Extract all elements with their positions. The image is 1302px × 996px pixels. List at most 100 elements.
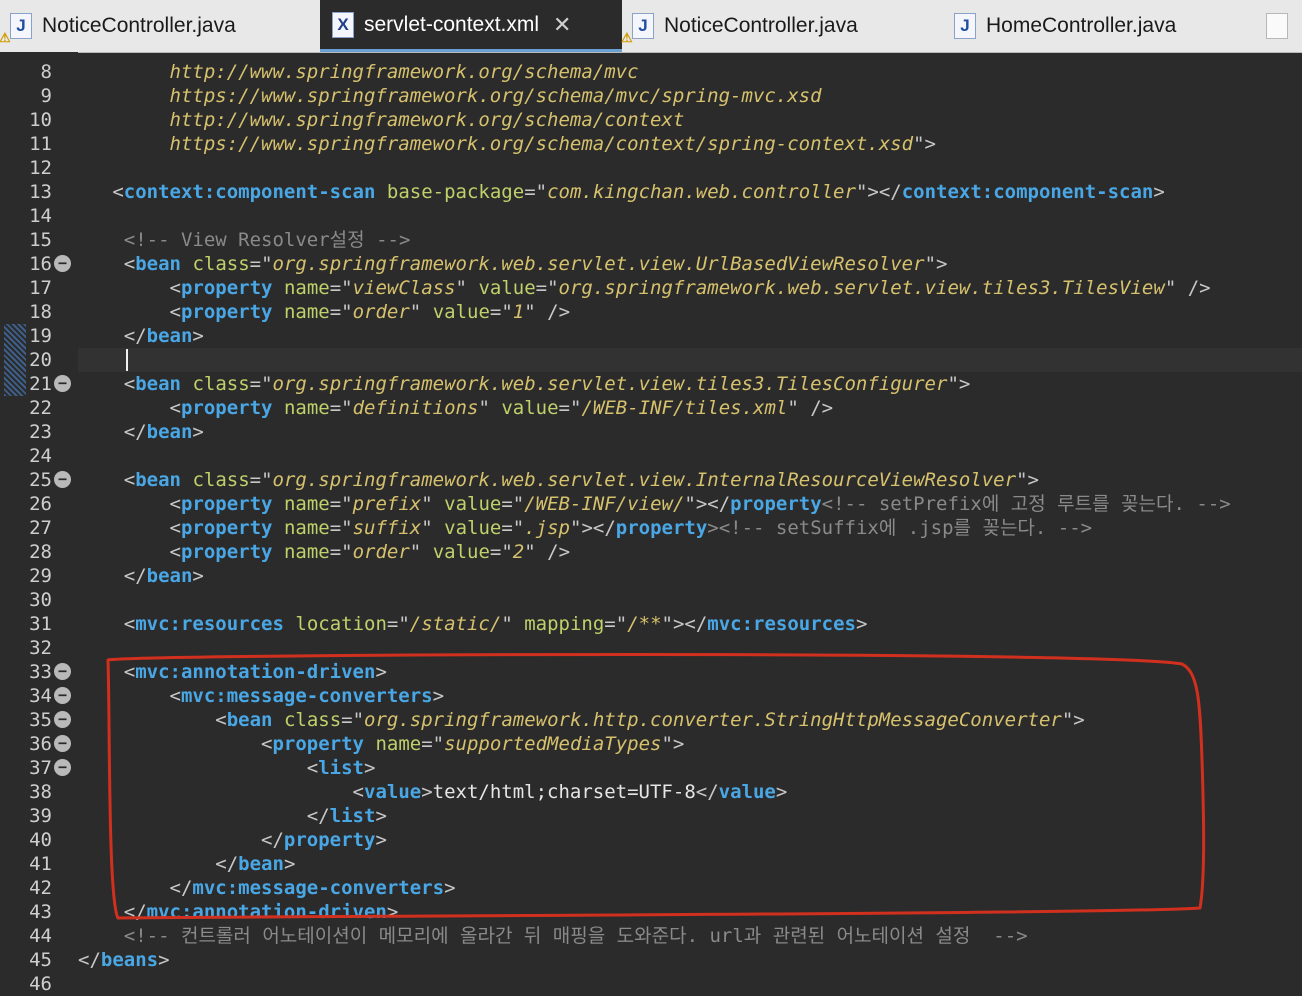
code-token: name <box>283 541 330 563</box>
code-token: base-package <box>386 181 525 203</box>
line-number: 13 <box>29 181 52 203</box>
fold-collapse-icon[interactable]: − <box>54 735 71 752</box>
tab-notice-controller-1[interactable]: J NoticeController.java <box>0 0 310 52</box>
code-line[interactable]: <bean class="org.springframework.http.co… <box>78 708 1302 732</box>
code-line[interactable]: <bean class="org.springframework.web.ser… <box>78 252 1302 276</box>
code-line[interactable]: </bean> <box>78 564 1302 588</box>
code-line[interactable]: </bean> <box>78 420 1302 444</box>
code-line[interactable]: <!-- 컨트롤러 어노테이션이 메모리에 올라간 뒤 매핑을 도와준다. ur… <box>78 924 1302 948</box>
tab-notice-controller-2[interactable]: J NoticeController.java <box>621 0 942 52</box>
fold-collapse-icon[interactable]: − <box>54 255 71 272</box>
code-token: " <box>409 301 422 323</box>
code-line[interactable]: <context:component-scan base-package="co… <box>78 180 1302 204</box>
code-line[interactable]: <property name="order" value="1" /> <box>78 300 1302 324</box>
fold-collapse-icon[interactable]: − <box>54 663 71 680</box>
code-line[interactable] <box>78 348 1302 372</box>
code-token: class <box>192 253 250 275</box>
fold-collapse-icon[interactable]: − <box>54 759 71 776</box>
code-line[interactable] <box>78 156 1302 180</box>
code-line[interactable]: <property name="definitions" value="/WEB… <box>78 396 1302 420</box>
code-token: " /> <box>787 397 834 419</box>
code-line[interactable]: <bean class="org.springframework.web.ser… <box>78 468 1302 492</box>
code-line[interactable] <box>78 588 1302 612</box>
code-token: name <box>283 397 330 419</box>
line-number: 40 <box>29 829 52 851</box>
line-number: 45 <box>29 949 52 971</box>
code-token: bean <box>226 709 273 731</box>
code-token: class <box>192 469 250 491</box>
code-line[interactable]: https://www.springframework.org/schema/c… <box>78 132 1302 156</box>
code-line[interactable]: <list> <box>78 756 1302 780</box>
code-token: < <box>169 277 181 299</box>
code-token: mvc:message-converters <box>180 685 433 707</box>
line-number: 21 <box>29 373 52 395</box>
code-line[interactable]: <value>text/html;charset=UTF-8</value> <box>78 780 1302 804</box>
line-number-gutter: 8 9 10 11 12 13 14 15 16−17 18 19 20 21−22 23 24 25−26 2… <box>0 52 78 996</box>
code-line[interactable]: </beans> <box>78 948 1302 972</box>
fold-collapse-icon[interactable]: − <box>54 687 71 704</box>
xml-file-icon: X <box>332 11 354 38</box>
fold-collapse-icon[interactable]: − <box>54 471 71 488</box>
code-token: /static/ <box>409 613 502 635</box>
code-token: < <box>261 733 273 755</box>
code-line[interactable]: <property name="viewClass" value="org.sp… <box>78 276 1302 300</box>
code-token: beans <box>100 949 159 971</box>
code-token: mapping <box>524 613 605 635</box>
code-line[interactable]: http://www.springframework.org/schema/co… <box>78 108 1302 132</box>
code-token: name <box>283 301 330 323</box>
code-line[interactable]: http://www.springframework.org/schema/mv… <box>78 60 1302 84</box>
code-token: value <box>718 781 776 803</box>
code-line[interactable] <box>78 972 1302 996</box>
code-token: "> <box>1061 709 1085 731</box>
code-token: =" <box>489 541 513 563</box>
code-line[interactable]: <mvc:resources location="/static/" mappi… <box>78 612 1302 636</box>
code-line[interactable]: https://www.springframework.org/schema/m… <box>78 84 1302 108</box>
fold-collapse-icon[interactable]: − <box>54 711 71 728</box>
code-line[interactable]: <!-- View Resolver설정 --> <box>78 228 1302 252</box>
code-line[interactable]: </list> <box>78 804 1302 828</box>
code-line[interactable]: </bean> <box>78 852 1302 876</box>
line-number: 34 <box>29 685 52 707</box>
code-line[interactable]: <property name="supportedMediaTypes"> <box>78 732 1302 756</box>
code-line[interactable] <box>78 444 1302 468</box>
code-line[interactable]: <mvc:annotation-driven> <box>78 660 1302 684</box>
tab-servlet-context[interactable]: X servlet-context.xml ✕ <box>320 0 622 52</box>
code-editor[interactable]: http://www.springframework.org/schema/mv… <box>78 52 1302 996</box>
code-line[interactable]: <property name="suffix" value=".jsp"></p… <box>78 516 1302 540</box>
code-line[interactable] <box>78 204 1302 228</box>
code-line[interactable]: <property name="prefix" value="/WEB-INF/… <box>78 492 1302 516</box>
code-token: "></ <box>570 517 616 539</box>
code-token: property <box>283 829 376 851</box>
code-line[interactable]: </property> <box>78 828 1302 852</box>
code-token: </ <box>123 421 147 443</box>
code-line[interactable]: <property name="order" value="2" /> <box>78 540 1302 564</box>
code-token: =" <box>329 517 353 539</box>
code-line[interactable]: </mvc:message-converters> <box>78 876 1302 900</box>
fold-collapse-icon[interactable]: − <box>54 375 71 392</box>
code-token: =" <box>249 373 273 395</box>
code-token: > <box>386 901 399 923</box>
code-token: </ <box>123 901 147 923</box>
code-line[interactable]: </bean> <box>78 324 1302 348</box>
code-token: > <box>421 781 433 803</box>
code-line[interactable]: <bean class="org.springframework.web.ser… <box>78 372 1302 396</box>
code-token: list <box>318 757 364 779</box>
code-line[interactable] <box>78 636 1302 660</box>
code-line[interactable]: </mvc:annotation-driven> <box>78 900 1302 924</box>
close-icon[interactable]: ✕ <box>553 12 571 38</box>
code-token: property <box>180 397 273 419</box>
code-token: " /> <box>524 541 571 563</box>
code-token: < <box>112 181 124 203</box>
code-token: =" <box>489 301 513 323</box>
code-line[interactable]: <mvc:message-converters> <box>78 684 1302 708</box>
code-token: < <box>169 685 181 707</box>
tab-overflow[interactable] <box>1266 0 1302 52</box>
tab-home-controller[interactable]: J HomeController.java <box>954 0 1254 52</box>
